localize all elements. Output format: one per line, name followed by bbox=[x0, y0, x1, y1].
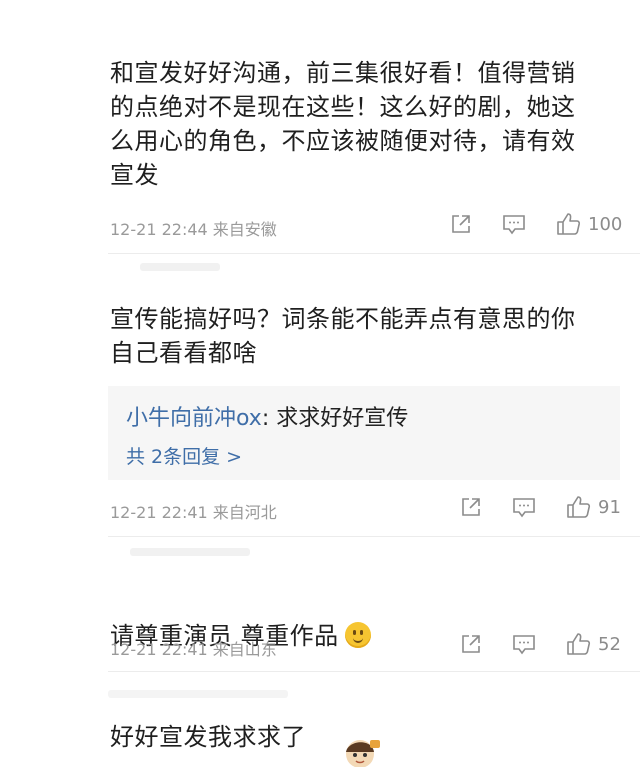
share-button[interactable] bbox=[460, 633, 482, 655]
reply-preview: 小牛向前冲ox: 求求好好宣传 bbox=[126, 406, 409, 431]
reply-username[interactable]: 小牛向前冲ox bbox=[126, 406, 262, 431]
faded-username bbox=[130, 548, 250, 556]
comment-meta: 12-21 22:41 来自河北 bbox=[110, 499, 277, 523]
divider bbox=[108, 536, 640, 537]
comment-text: 和宣发好好沟通，前三集很好看！值得营销 的点绝对不是现在这些！这么好的剧，她这 … bbox=[110, 59, 576, 189]
comment-actions: 52 bbox=[460, 632, 621, 656]
divider bbox=[108, 671, 640, 672]
sticker-image bbox=[346, 740, 380, 767]
share-icon bbox=[462, 498, 480, 516]
comment-location: 来自河北 bbox=[212, 503, 277, 522]
like-count: 91 bbox=[598, 496, 621, 518]
comment-icon bbox=[513, 635, 535, 655]
reply-box[interactable]: 小牛向前冲ox: 求求好好宣传 共 2条回复 > bbox=[108, 386, 620, 480]
comment-button[interactable] bbox=[512, 496, 536, 518]
comment-location: 来自山东 bbox=[212, 640, 277, 659]
comment-icon bbox=[513, 498, 535, 518]
divider bbox=[108, 253, 640, 254]
comment-meta: 12-21 22:44 来自安徽 bbox=[110, 216, 277, 240]
comment-time: 12-21 22:41 bbox=[110, 503, 208, 522]
comment-actions: 100 bbox=[450, 212, 622, 236]
view-replies-link[interactable]: 共 2条回复 > bbox=[126, 442, 242, 469]
like-count: 100 bbox=[588, 213, 623, 235]
comment-meta: 12-21 22:41 来自山东 bbox=[110, 636, 277, 660]
share-button[interactable] bbox=[450, 213, 472, 235]
thumbs-up-icon bbox=[567, 496, 591, 518]
comment-time: 12-21 22:41 bbox=[110, 640, 208, 659]
like-count: 52 bbox=[598, 633, 621, 655]
faded-username bbox=[108, 690, 288, 698]
comment-button[interactable] bbox=[512, 633, 536, 655]
share-icon bbox=[452, 215, 470, 233]
reply-text: 求求好好宣传 bbox=[276, 406, 409, 431]
smile-emoji-icon bbox=[344, 622, 371, 648]
thumbs-up-icon bbox=[557, 213, 581, 235]
like-button[interactable]: 91 bbox=[566, 495, 621, 519]
share-button[interactable] bbox=[460, 496, 482, 518]
comment-icon bbox=[503, 215, 525, 235]
comment-location: 来自安徽 bbox=[212, 220, 277, 239]
like-button[interactable]: 52 bbox=[566, 632, 621, 656]
share-icon bbox=[462, 635, 480, 653]
like-button[interactable]: 100 bbox=[556, 212, 622, 236]
faded-username bbox=[140, 263, 220, 271]
thumbs-up-icon bbox=[567, 633, 591, 655]
comment-time: 12-21 22:44 bbox=[110, 220, 208, 239]
comment-actions: 91 bbox=[460, 495, 621, 519]
comment-button[interactable] bbox=[502, 213, 526, 235]
comment-text: 宣传能搞好吗？词条能不能弄点有意思的你 自己看看都啥 bbox=[110, 305, 576, 367]
